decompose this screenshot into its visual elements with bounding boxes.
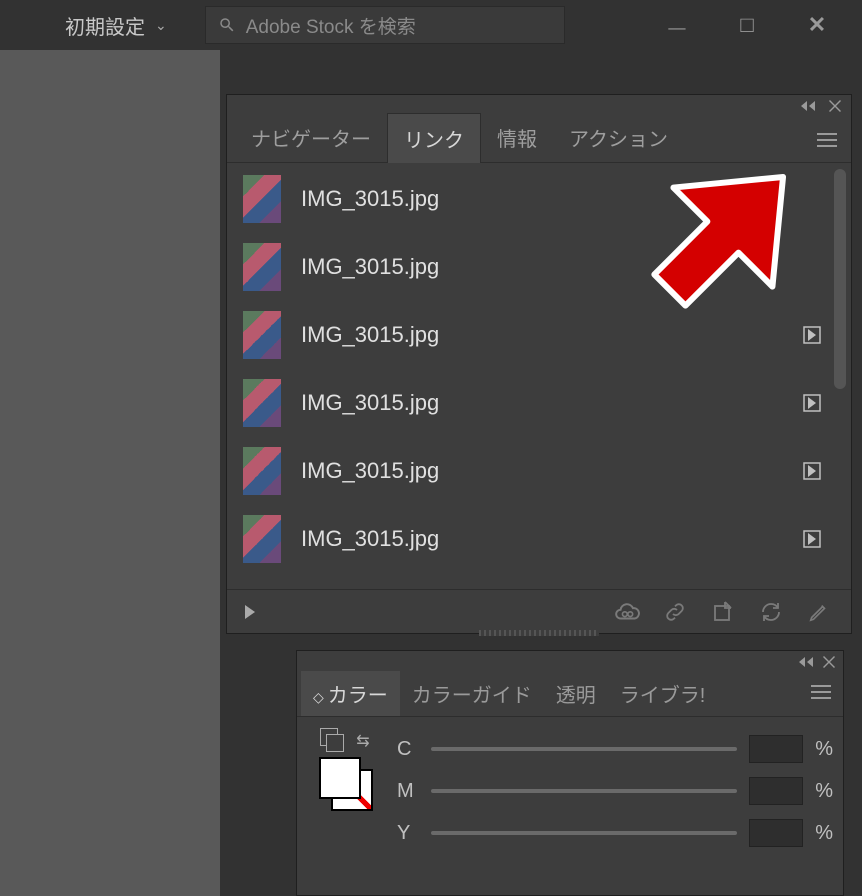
link-status-icon: [801, 188, 823, 210]
color-panel-tabs: ◇カラー カラーガイド 透明 ライブラ!: [297, 673, 843, 717]
disclosure-triangle[interactable]: [245, 605, 255, 619]
percent-label: %: [815, 780, 833, 803]
link-filename: IMG_3015.jpg: [301, 186, 781, 212]
cloud-link-icon[interactable]: [613, 598, 641, 626]
tab-transparency[interactable]: 透明: [544, 671, 608, 716]
hamburger-icon: [811, 685, 831, 699]
workspace-selector[interactable]: 初期設定 ⌄: [10, 11, 185, 40]
link-row[interactable]: IMG_3015.jpg: [235, 369, 831, 437]
link-filename: IMG_3015.jpg: [301, 458, 781, 484]
color-sliders: C % M % Y %: [397, 731, 833, 883]
panel-menu-button[interactable]: [799, 685, 843, 704]
panel-tabs: ナビゲーター リンク 情報 アクション: [227, 117, 851, 163]
slider-track[interactable]: [431, 789, 737, 793]
canvas-area: [0, 50, 220, 896]
slider-y: Y %: [397, 819, 833, 847]
slider-track[interactable]: [431, 747, 737, 751]
link-icon[interactable]: [661, 598, 689, 626]
top-bar: 初期設定 ⌄ Adobe Stock を検索 _ □ ✕: [0, 0, 862, 50]
channel-label: C: [397, 738, 419, 761]
tab-actions[interactable]: アクション: [553, 113, 684, 162]
link-thumbnail: [243, 311, 281, 359]
embedded-icon: [801, 528, 823, 550]
link-filename: IMG_3015.jpg: [301, 322, 781, 348]
embedded-icon: [801, 324, 823, 346]
chevron-down-icon: ⌄: [155, 17, 167, 34]
embedded-icon: [801, 460, 823, 482]
stock-search[interactable]: Adobe Stock を検索: [205, 6, 565, 44]
link-row[interactable]: IMG_3015.jpg: [235, 505, 831, 573]
links-scrollbar[interactable]: [833, 165, 847, 585]
place-icon[interactable]: [709, 598, 737, 626]
embedded-icon: [801, 392, 823, 414]
maximize-button[interactable]: □: [722, 10, 772, 40]
swap-colors-icon[interactable]: ⇆: [356, 731, 369, 751]
link-filename: IMG_3015.jpg: [301, 526, 781, 552]
search-placeholder: Adobe Stock を検索: [246, 12, 416, 39]
link-thumbnail: [243, 379, 281, 427]
link-filename: IMG_3015.jpg: [301, 390, 781, 416]
panel-gripper[interactable]: [479, 630, 599, 636]
default-colors-icon[interactable]: [324, 732, 342, 750]
fill-swatch[interactable]: [319, 757, 361, 799]
links-panel: ナビゲーター リンク 情報 アクション IMG_3015.jpg IMG_301…: [226, 94, 852, 634]
panel-menu-button[interactable]: [803, 117, 851, 162]
tab-info[interactable]: 情報: [481, 113, 553, 162]
swatch-column: ⇆: [307, 731, 387, 883]
window-controls: _ □ ✕: [652, 10, 852, 40]
channel-label: M: [397, 780, 419, 803]
percent-label: %: [815, 822, 833, 845]
link-thumbnail: [243, 447, 281, 495]
tab-links[interactable]: リンク: [387, 113, 481, 163]
color-panel: ◇カラー カラーガイド 透明 ライブラ! ⇆ C %: [296, 650, 844, 896]
links-list: IMG_3015.jpg IMG_3015.jpg IMG_3015.jpg I…: [235, 165, 831, 587]
panel-titlebar[interactable]: [297, 651, 843, 673]
links-footer: [227, 589, 851, 633]
hamburger-icon: [817, 133, 837, 147]
expand-icon: ◇: [313, 689, 324, 705]
channel-label: Y: [397, 822, 419, 845]
channel-value-input[interactable]: [749, 819, 803, 847]
link-status-icon: [801, 256, 823, 278]
channel-value-input[interactable]: [749, 735, 803, 763]
workspace-label: 初期設定: [65, 11, 145, 40]
slider-m: M %: [397, 777, 833, 805]
close-panel-icon[interactable]: [829, 100, 841, 112]
scrollbar-thumb[interactable]: [834, 169, 846, 389]
link-row[interactable]: IMG_3015.jpg: [235, 165, 831, 233]
collapse-icon[interactable]: [801, 101, 815, 111]
minimize-button[interactable]: _: [652, 2, 702, 32]
link-row[interactable]: IMG_3015.jpg: [235, 437, 831, 505]
link-row[interactable]: IMG_3015.jpg: [235, 301, 831, 369]
link-thumbnail: [243, 243, 281, 291]
tab-libraries[interactable]: ライブラ!: [608, 671, 718, 716]
search-icon: [218, 16, 236, 34]
refresh-icon[interactable]: [757, 598, 785, 626]
link-row[interactable]: IMG_3015.jpg: [235, 233, 831, 301]
link-thumbnail: [243, 175, 281, 223]
tab-color[interactable]: ◇カラー: [301, 671, 400, 716]
close-button[interactable]: ✕: [792, 10, 842, 40]
channel-value-input[interactable]: [749, 777, 803, 805]
tab-navigator[interactable]: ナビゲーター: [235, 113, 387, 162]
close-panel-icon[interactable]: [823, 656, 835, 668]
tab-color-guide[interactable]: カラーガイド: [400, 671, 544, 716]
percent-label: %: [815, 738, 833, 761]
edit-icon[interactable]: [805, 598, 833, 626]
color-body: ⇆ C % M % Y %: [297, 719, 843, 895]
slider-track[interactable]: [431, 831, 737, 835]
collapse-icon[interactable]: [799, 657, 813, 667]
fill-stroke-swatch[interactable]: [319, 757, 375, 809]
link-thumbnail: [243, 515, 281, 563]
link-filename: IMG_3015.jpg: [301, 254, 781, 280]
slider-c: C %: [397, 735, 833, 763]
